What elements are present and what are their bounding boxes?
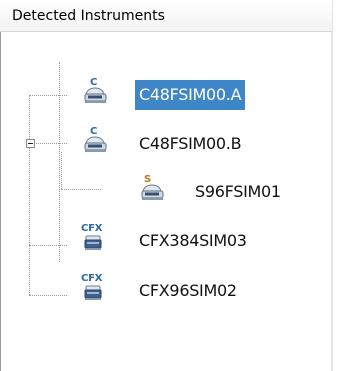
tree-item-label[interactable]: C48FSIM00.B: [135, 129, 245, 159]
tree-item-label[interactable]: CFX96SIM02: [135, 276, 241, 306]
tree-item-label[interactable]: CFX384SIM03: [135, 226, 251, 256]
collapse-toggle[interactable]: [26, 139, 35, 148]
tree-connector: [29, 95, 67, 96]
panel-title: Detected Instruments: [12, 8, 165, 24]
thermal-cycler-icon: C: [82, 78, 108, 104]
cfx-instrument-icon: CFX: [80, 224, 106, 250]
tree-connector: [29, 295, 67, 296]
thermal-cycler-icon: S: [139, 175, 165, 201]
tree-connector: [29, 245, 67, 246]
tree-connector: [29, 95, 30, 295]
tree-item-label[interactable]: C48FSIM00.A: [135, 80, 246, 110]
tree-item-label[interactable]: S96FSIM01: [191, 177, 285, 207]
instrument-tree[interactable]: C C48FSIM00.A C C48FSIM00.B S S96FSIM01 …: [0, 31, 330, 371]
panel-header: Detected Instruments: [0, 0, 332, 32]
tree-connector: [61, 189, 101, 190]
detected-instruments-panel: Detected Instruments C C48FSIM00.A C C48…: [0, 0, 340, 371]
tree-connector: [61, 152, 62, 189]
tree-connector: [59, 62, 60, 262]
vertical-scrollbar-edge: [331, 0, 333, 371]
cfx-instrument-icon: CFX: [80, 274, 106, 300]
thermal-cycler-icon: C: [82, 127, 108, 153]
